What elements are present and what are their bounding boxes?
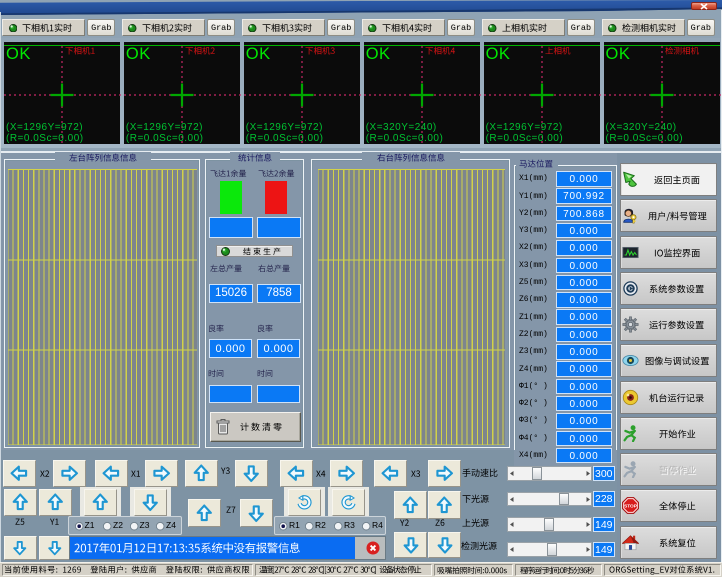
svg-text:STOP: STOP <box>624 504 637 510</box>
